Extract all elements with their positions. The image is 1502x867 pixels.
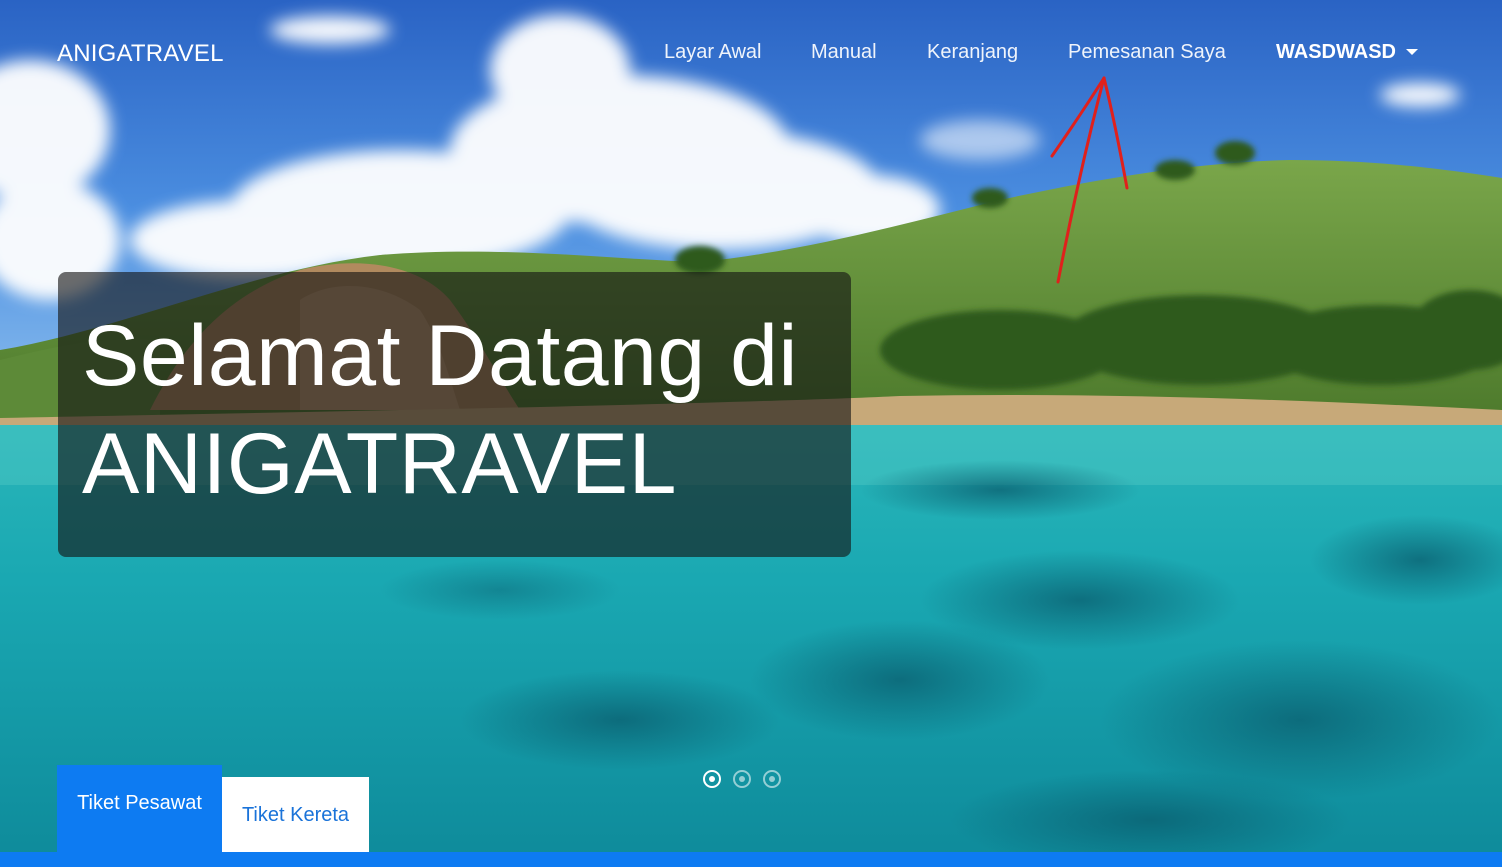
tab-tiket-kereta[interactable]: Tiket Kereta [222, 777, 369, 853]
nav-layar-awal[interactable]: Layar Awal [664, 41, 761, 64]
nav-manual[interactable]: Manual [811, 41, 877, 64]
nav-pemesanan-saya[interactable]: Pemesanan Saya [1068, 41, 1226, 64]
carousel-indicator-1[interactable] [703, 770, 721, 788]
page: ANIGATRAVEL Layar Awal Manual Keranjang … [0, 0, 1502, 867]
brand-logo[interactable]: ANIGATRAVEL [57, 40, 224, 68]
user-dropdown-toggle[interactable]: WASDWASD [1276, 41, 1418, 64]
nav-keranjang[interactable]: Keranjang [927, 41, 1018, 64]
welcome-heading: Selamat Datang di ANIGATRAVEL [82, 302, 851, 518]
booking-panel-top-edge [0, 852, 1502, 867]
welcome-line-1: Selamat Datang di [82, 308, 799, 404]
user-name: WASDWASD [1276, 41, 1396, 63]
carousel-indicator-3[interactable] [763, 770, 781, 788]
welcome-caption: Selamat Datang di ANIGATRAVEL [58, 272, 851, 557]
welcome-line-2: ANIGATRAVEL [82, 416, 677, 512]
tab-tiket-pesawat[interactable]: Tiket Pesawat [57, 765, 222, 853]
carousel-indicator-2[interactable] [733, 770, 751, 788]
caret-down-icon [1406, 48, 1418, 55]
carousel-indicators [703, 770, 781, 794]
